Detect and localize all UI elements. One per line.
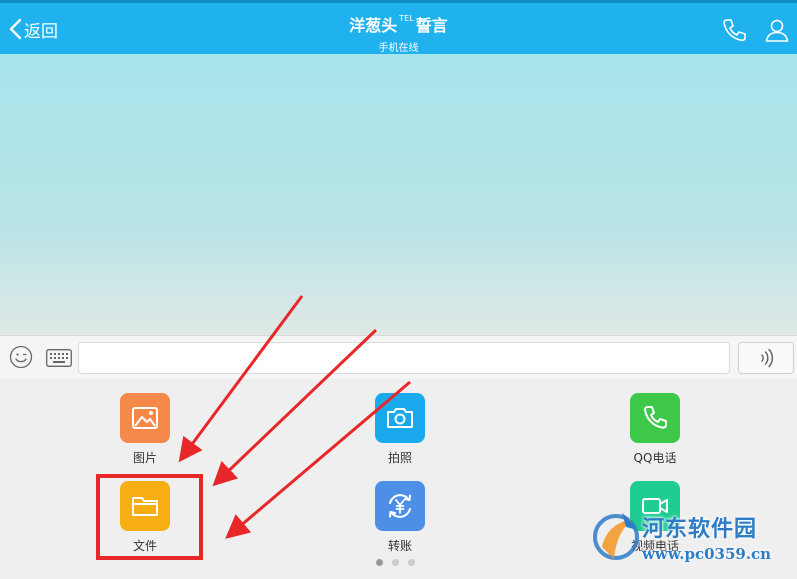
- tool-label: 拍照: [387, 451, 412, 465]
- chat-area[interactable]: [0, 54, 797, 335]
- watermark-logo-icon: [593, 513, 639, 560]
- chat-title: 洋葱头 TEL 誓言 手机在线: [0, 12, 797, 54]
- message-input[interactable]: [78, 342, 730, 374]
- tool-image[interactable]: 图片: [100, 393, 190, 466]
- online-status: 手机在线: [378, 43, 419, 54]
- watermark-name: 河东软件园: [642, 516, 758, 542]
- tool-label: 图片: [132, 451, 157, 465]
- title-bar: 返回 洋葱头 TEL 誓言 手机在线: [0, 0, 797, 54]
- tool-label: QQ电话: [633, 451, 677, 465]
- watermark: 河东软件园 www.pc0359.cn: [590, 505, 797, 577]
- transfer-icon: [375, 481, 425, 531]
- tool-camera[interactable]: 拍照: [355, 393, 445, 466]
- tool-qq-call[interactable]: QQ电话: [610, 393, 700, 466]
- contact-name-suffix: 誓言: [415, 16, 448, 35]
- phone-icon[interactable]: [721, 17, 747, 43]
- page-dot[interactable]: [392, 559, 399, 566]
- image-icon: [120, 393, 170, 443]
- highlight-box: [96, 474, 203, 560]
- camera-icon: [375, 393, 425, 443]
- contact-name-sup: TEL: [399, 14, 414, 23]
- input-bar: [0, 335, 797, 379]
- person-icon[interactable]: [764, 17, 790, 43]
- keyboard-icon[interactable]: [46, 349, 72, 367]
- page-dot[interactable]: [376, 559, 383, 566]
- tool-transfer[interactable]: 转账: [355, 481, 445, 554]
- page-indicator: [376, 559, 415, 566]
- contact-name: 洋葱头: [349, 16, 398, 35]
- emoji-icon[interactable]: [9, 345, 33, 369]
- tool-label: 转账: [387, 539, 412, 553]
- watermark-url: www.pc0359.cn: [642, 545, 772, 563]
- page-dot[interactable]: [408, 559, 415, 566]
- phone-icon: [630, 393, 680, 443]
- voice-icon: [761, 348, 774, 368]
- voice-button[interactable]: [738, 342, 794, 374]
